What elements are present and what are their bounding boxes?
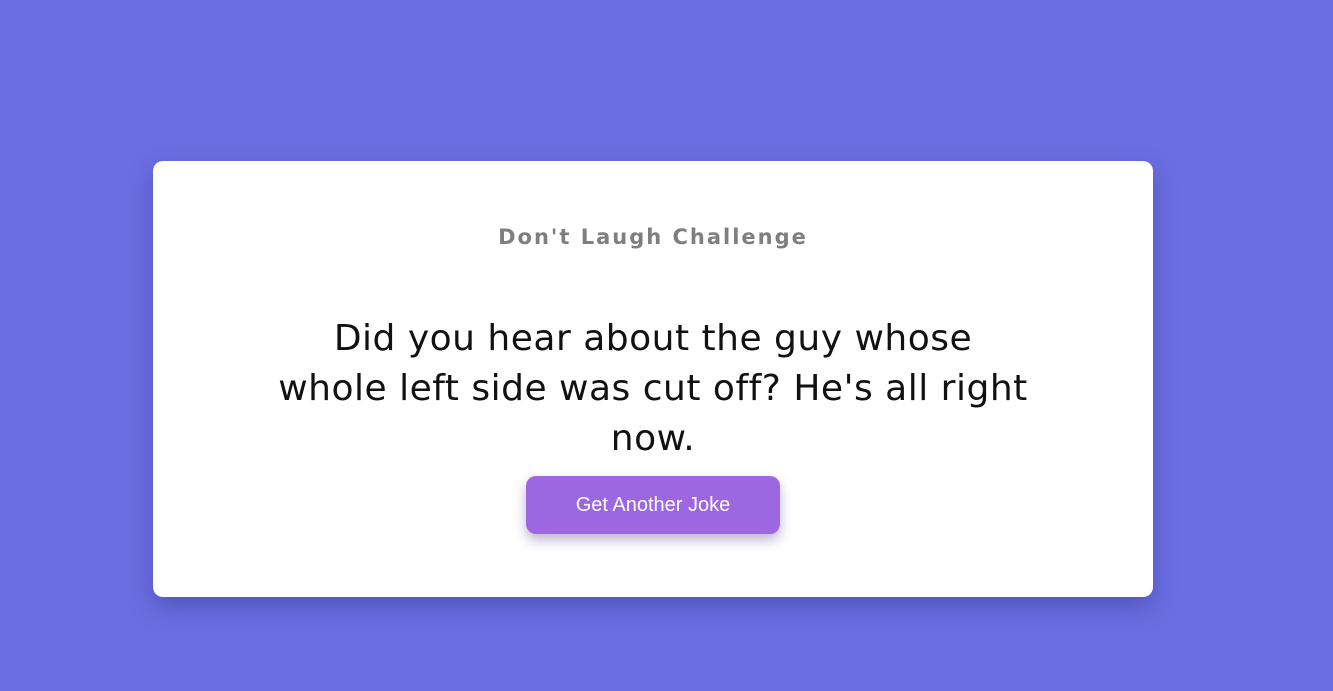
challenge-title: Don't Laugh Challenge — [498, 225, 808, 249]
joke-text: Did you hear about the guy whose whole l… — [278, 318, 1028, 459]
joke-card: Don't Laugh Challenge Did you hear about… — [153, 161, 1153, 597]
get-another-joke-button[interactable]: Get Another Joke — [526, 476, 780, 534]
